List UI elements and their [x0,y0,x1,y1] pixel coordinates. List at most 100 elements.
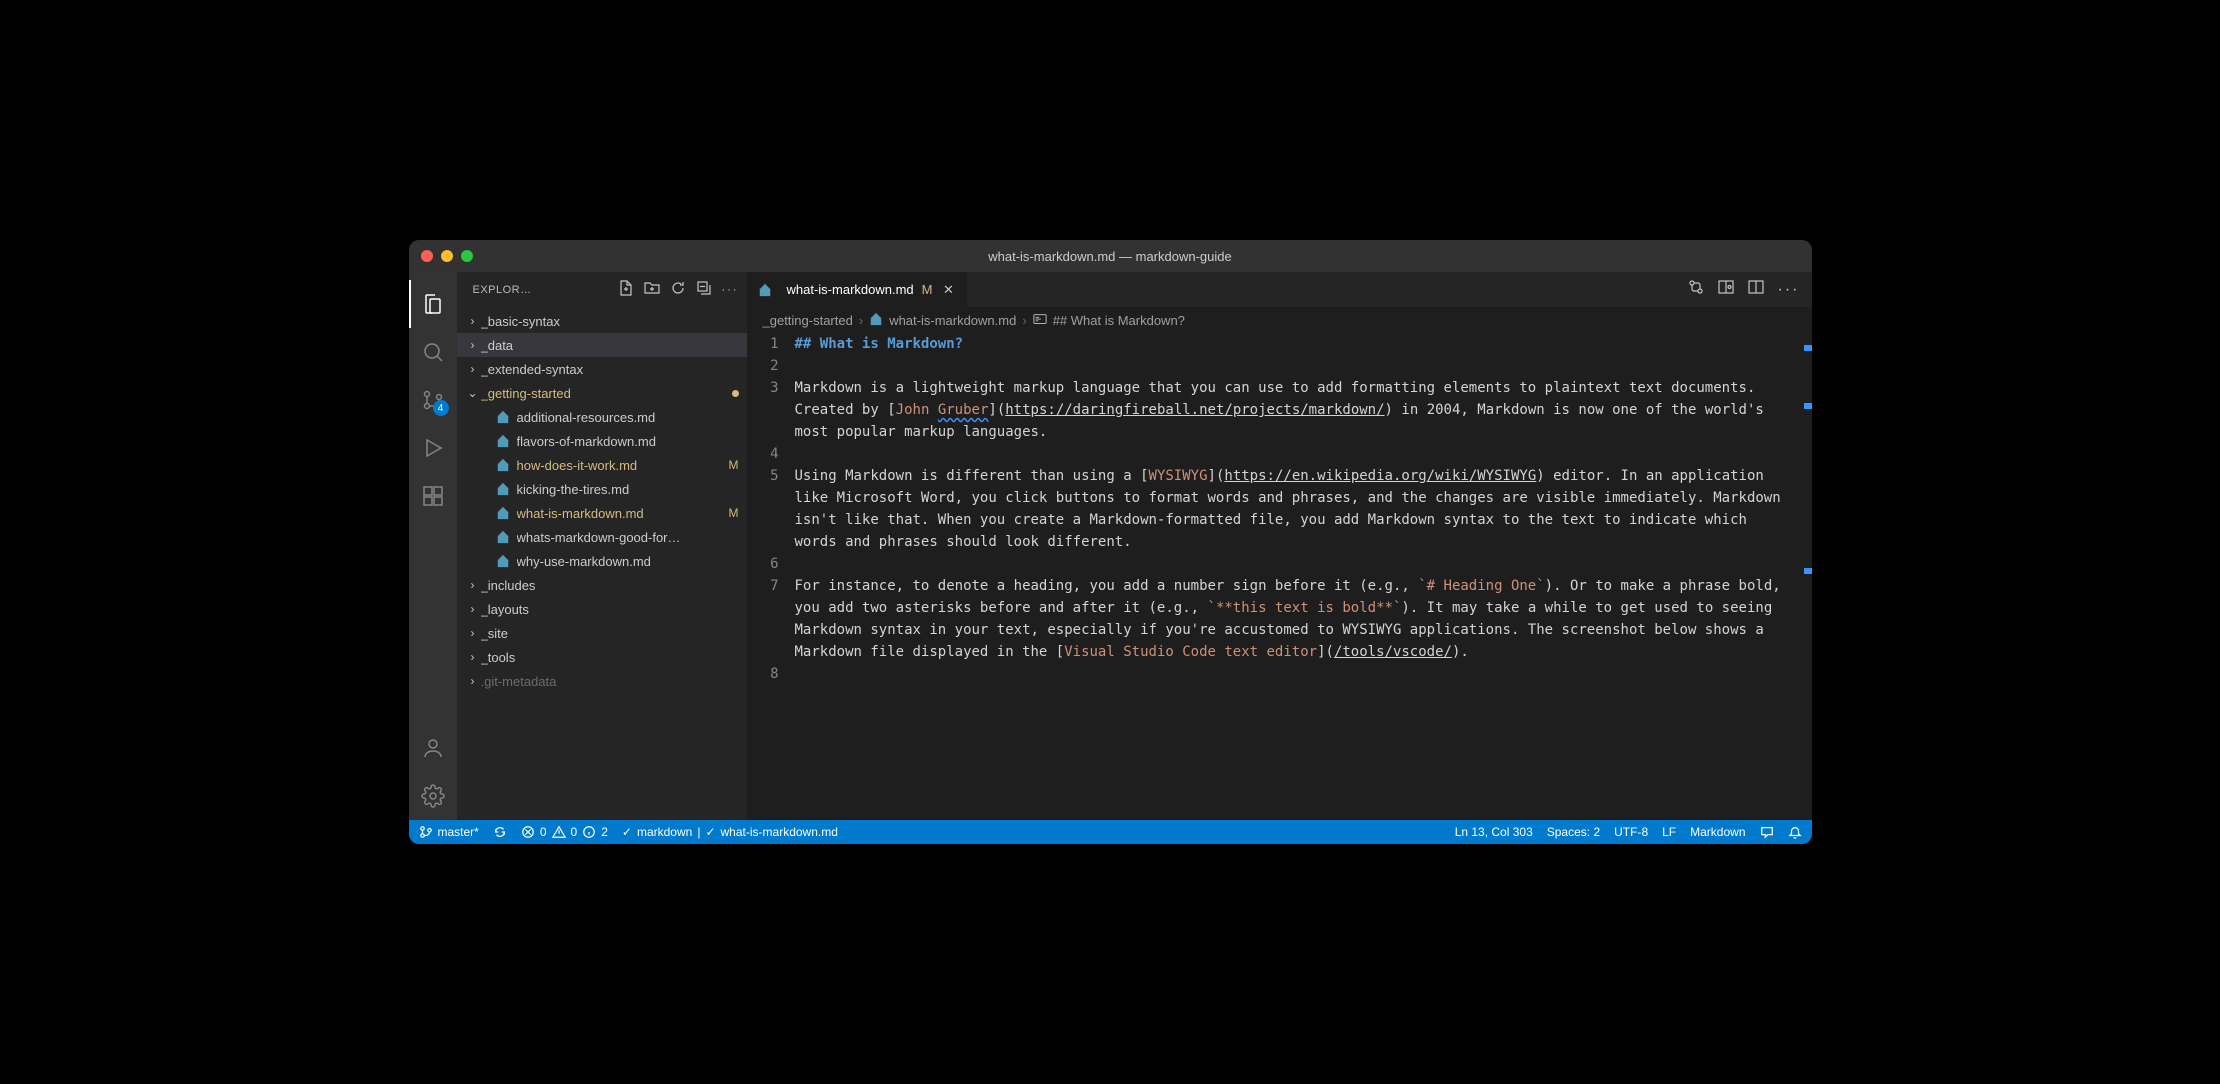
line-number: 5 [747,465,779,487]
line-number [747,619,779,641]
line-number [747,531,779,553]
code-line[interactable] [795,443,1796,465]
markdown-file-icon [495,505,511,521]
collapse-all-icon[interactable] [696,280,712,299]
close-window-button[interactable] [421,250,433,262]
file-tree-item[interactable]: kicking-the-tires.md [457,477,747,501]
code-line[interactable] [795,553,1796,575]
chevron-right-icon[interactable]: › [465,650,481,664]
chevron-right-icon: › [1022,313,1026,328]
breadcrumbs[interactable]: _getting-started › what-is-markdown.md ›… [747,307,1812,333]
source-control-icon[interactable]: 4 [409,376,457,424]
chevron-right-icon[interactable]: › [465,338,481,352]
tabs-row: what-is-markdown.md M ✕ ··· [747,272,1812,307]
new-file-icon[interactable] [618,280,634,299]
folder-tree-item[interactable]: ›_extended-syntax [457,357,747,381]
line-number: 2 [747,355,779,377]
check-icon: ✓ [705,825,715,839]
tree-item-label: what-is-markdown.md [517,506,721,521]
file-tree-item[interactable]: additional-resources.md [457,405,747,429]
lint-status[interactable]: ✓ markdown | ✓ what-is-markdown.md [622,825,838,839]
extensions-icon[interactable] [409,472,457,520]
line-number [747,641,779,663]
file-tree-item[interactable]: whats-markdown-good-for… [457,525,747,549]
folder-tree-item[interactable]: ›_site [457,621,747,645]
chevron-right-icon[interactable]: › [465,362,481,376]
editor-tab[interactable]: what-is-markdown.md M ✕ [747,272,968,307]
overview-ruler[interactable] [1798,333,1812,820]
chevron-right-icon[interactable]: › [465,674,481,688]
compare-changes-icon[interactable] [1688,279,1704,300]
tree-item-label: _tools [481,650,739,665]
settings-gear-icon[interactable] [409,772,457,820]
file-tree[interactable]: ›_basic-syntax›_data›_extended-syntax⌄_g… [457,307,747,820]
feedback-icon[interactable] [1760,825,1774,839]
language-mode-status[interactable]: Markdown [1690,825,1745,839]
overview-marker [1804,345,1812,351]
maximize-window-button[interactable] [461,250,473,262]
tree-item-label: _basic-syntax [481,314,739,329]
folder-tree-item[interactable]: ›_tools [457,645,747,669]
modified-badge: M [729,506,739,520]
new-folder-icon[interactable] [644,280,660,299]
split-editor-icon[interactable] [1748,279,1764,300]
chevron-right-icon[interactable]: › [465,626,481,640]
run-debug-icon[interactable] [409,424,457,472]
minimize-window-button[interactable] [441,250,453,262]
line-number: 7 [747,575,779,597]
close-tab-icon[interactable]: ✕ [941,282,957,298]
folder-tree-item[interactable]: ›_layouts [457,597,747,621]
modified-badge: M [729,458,739,472]
code-line[interactable] [795,355,1796,377]
tab-modified-badge: M [922,282,933,297]
breadcrumb-file[interactable]: what-is-markdown.md [889,313,1016,328]
folder-tree-item[interactable]: ⌄_getting-started [457,381,747,405]
cursor-position-status[interactable]: Ln 13, Col 303 [1455,825,1533,839]
code-content[interactable]: ## What is Markdown? Markdown is a lightw… [795,333,1812,820]
sync-status[interactable] [493,825,507,839]
code-line[interactable]: ## What is Markdown? [795,333,1796,355]
folder-tree-item[interactable]: ›.git-metadata [457,669,747,693]
branch-name: master* [438,825,479,839]
activity-bar: 4 [409,272,457,820]
code-line[interactable] [795,663,1796,685]
tree-item-label: _layouts [481,602,739,617]
more-actions-icon[interactable]: ··· [1778,281,1800,299]
folder-tree-item[interactable]: ›_basic-syntax [457,309,747,333]
file-tree-item[interactable]: what-is-markdown.md M [457,501,747,525]
file-tree-item[interactable]: flavors-of-markdown.md [457,429,747,453]
folder-tree-item[interactable]: ›_data [457,333,747,357]
problems-status[interactable]: 0 0 2 [521,825,608,839]
scm-badge: 4 [433,400,449,416]
folder-tree-item[interactable]: ›_includes [457,573,747,597]
file-tree-item[interactable]: how-does-it-work.md M [457,453,747,477]
file-tree-item[interactable]: why-use-markdown.md [457,549,747,573]
chevron-right-icon[interactable]: › [465,314,481,328]
encoding-status[interactable]: UTF-8 [1614,825,1648,839]
notifications-icon[interactable] [1788,825,1802,839]
git-branch-status[interactable]: master* [419,825,479,839]
code-line[interactable]: For instance, to denote a heading, you a… [795,575,1796,663]
title-bar: what-is-markdown.md — markdown-guide [409,240,1812,272]
chevron-down-icon[interactable]: ⌄ [465,386,481,400]
code-line[interactable]: Markdown is a lightweight markup languag… [795,377,1796,443]
line-number [747,487,779,509]
text-editor[interactable]: 12345678 ## What is Markdown?Markdown is… [747,333,1812,820]
more-icon[interactable]: ··· [722,284,739,296]
refresh-icon[interactable] [670,280,686,299]
open-preview-icon[interactable] [1718,279,1734,300]
tree-item-label: how-does-it-work.md [517,458,721,473]
line-number: 3 [747,377,779,399]
indentation-status[interactable]: Spaces: 2 [1547,825,1600,839]
breadcrumb-folder[interactable]: _getting-started [763,313,853,328]
accounts-icon[interactable] [409,724,457,772]
explorer-icon[interactable] [409,280,457,328]
eol-status[interactable]: LF [1662,825,1676,839]
chevron-right-icon[interactable]: › [465,578,481,592]
explorer-sidebar: EXPLOR… ··· ›_basic-syntax›_data›_extend… [457,272,747,820]
chevron-right-icon[interactable]: › [465,602,481,616]
search-icon[interactable] [409,328,457,376]
code-line[interactable]: Using Markdown is different than using a… [795,465,1796,553]
breadcrumb-symbol[interactable]: ## What is Markdown? [1053,313,1185,328]
chevron-right-icon: › [859,313,863,328]
